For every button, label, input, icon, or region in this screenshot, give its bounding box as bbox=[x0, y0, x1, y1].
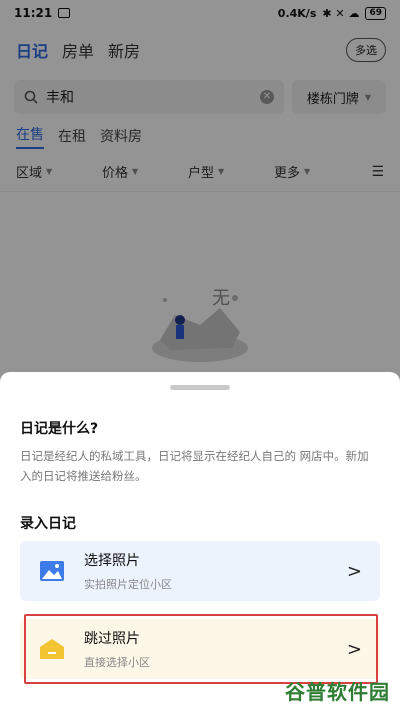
select-photo-option[interactable]: 选择照片 实拍照片定位小区 > bbox=[20, 541, 380, 601]
sheet-title: 日记是什么? bbox=[20, 421, 99, 437]
chevron-right-icon: > bbox=[346, 560, 362, 582]
option-subtitle: 实拍照片定位小区 bbox=[84, 578, 172, 591]
highlight-frame bbox=[24, 614, 378, 684]
section-label: 录入日记 bbox=[20, 516, 76, 532]
image-icon bbox=[40, 561, 64, 581]
watermark: 谷普软件园 bbox=[285, 680, 390, 704]
option-title: 选择照片 bbox=[84, 553, 140, 569]
drag-handle[interactable] bbox=[170, 385, 230, 390]
bottom-sheet: 日记是什么? 日记是经纪人的私域工具，日记将显示在经纪人自己的 网店中。新加入的… bbox=[0, 372, 400, 711]
sheet-description: 日记是经纪人的私域工具，日记将显示在经纪人自己的 网店中。新加入的日记将推送给粉… bbox=[20, 449, 369, 483]
